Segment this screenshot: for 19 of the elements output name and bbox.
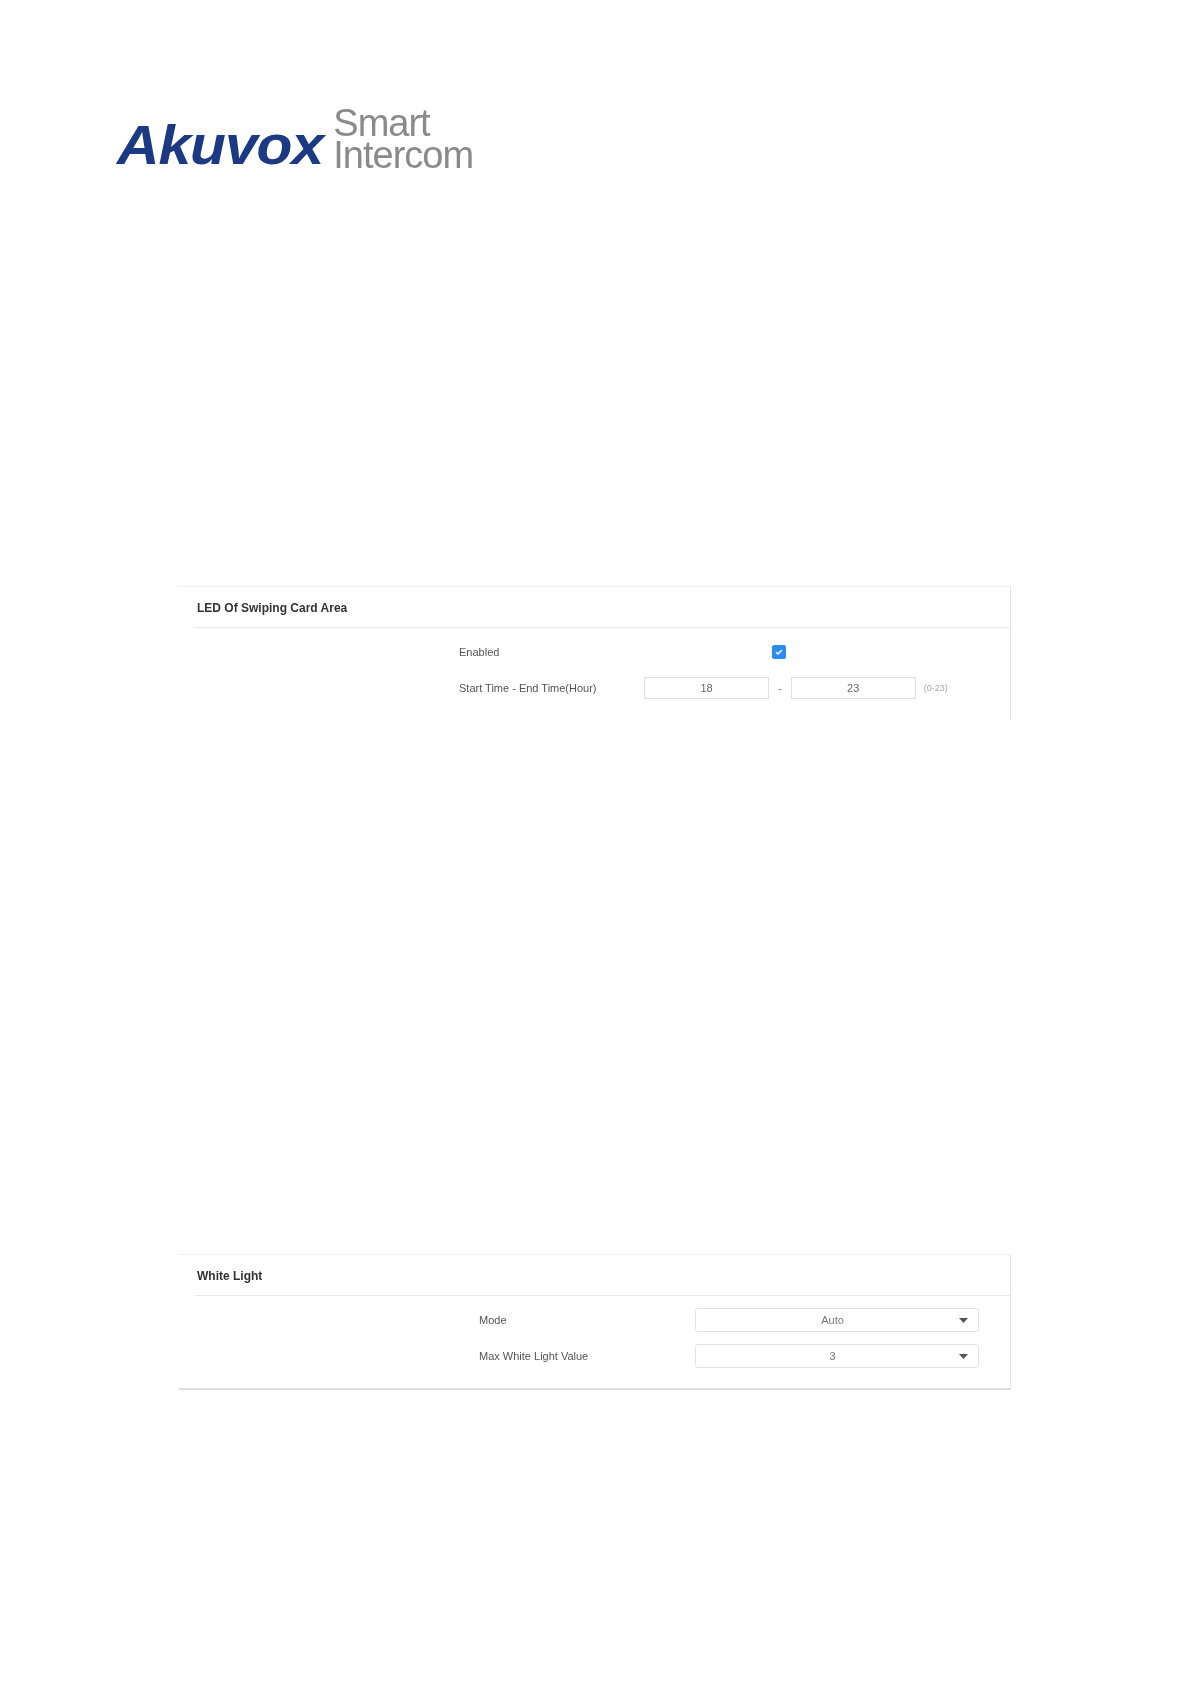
logo-tagline: Smart	[333, 107, 431, 139]
range-separator: -	[778, 682, 782, 694]
field-label: Max White Light Value	[479, 1350, 590, 1362]
start-hour-field[interactable]: 18	[644, 677, 769, 699]
field-label: Enabled	[459, 646, 501, 658]
caret-icon	[959, 1317, 968, 1323]
range-hint: (0-23)	[923, 683, 948, 693]
field-label: Mode	[479, 1314, 508, 1326]
checkbox[interactable]	[772, 645, 786, 659]
end-hour-field[interactable]: 23	[790, 677, 916, 699]
dropdown-select[interactable]: Auto	[695, 1308, 979, 1332]
logo-tagline: Intercom	[333, 139, 474, 171]
caret-icon	[959, 1353, 968, 1359]
check-icon	[775, 648, 783, 656]
brand-logo-text: Akuvox	[117, 119, 324, 171]
field-label: Start Time - End Time(Hour)	[459, 682, 598, 694]
dropdown-select[interactable]: 3	[695, 1344, 979, 1368]
panel-title: LED Of Swiping Card Area	[195, 587, 1010, 628]
panel-title: White Light	[195, 1255, 1010, 1296]
